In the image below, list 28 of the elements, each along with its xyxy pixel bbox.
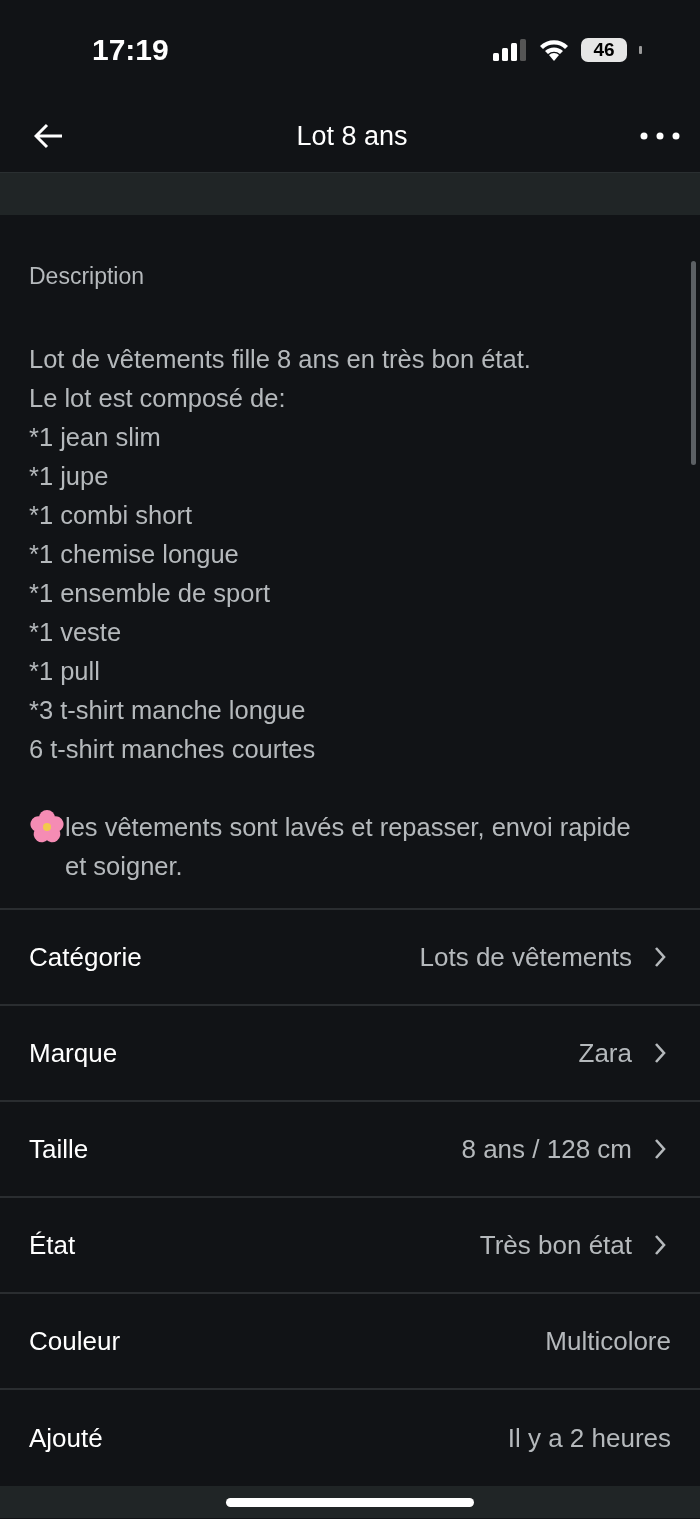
chevron-icon[interactable]: [654, 1234, 666, 1256]
detail-label: Couleur: [29, 1325, 122, 1357]
wifi-icon: [539, 39, 569, 61]
back-arrow-icon[interactable]: [34, 123, 64, 149]
detail-label: Catégorie: [29, 941, 143, 973]
detail-value: Multicolore: [545, 1325, 671, 1357]
chevron-icon[interactable]: [654, 1138, 666, 1160]
description-text: Lot de vêtements fille 8 ans en très bon état. Le lot est composé de: *1 jean slim *1 jupe *1 combi short *1 chemise longue *1 ensemble de sport *1 veste *1 pull *3 t-shirt manche longue 6 t-shirt manches courtes: [29, 344, 532, 765]
section-heading: Description: [29, 262, 146, 291]
description-note: les vêtements sont lavés et repasser, envoi rapide et soigner.: [65, 812, 632, 882]
detail-label: Ajouté: [29, 1422, 104, 1454]
page-title: Lot 8 ans: [296, 120, 408, 152]
more-icon[interactable]: [640, 132, 680, 140]
detail-value: Très bon état: [479, 1229, 632, 1261]
detail-value: Il y a 2 heures: [507, 1422, 671, 1454]
signal-icon: [493, 39, 527, 61]
battery-level: 46: [581, 38, 627, 62]
chevron-icon[interactable]: [654, 946, 666, 968]
battery-tip-icon: [639, 46, 642, 54]
detail-label: Taille: [29, 1133, 90, 1165]
status-time: 17:19: [92, 33, 170, 67]
chevron-icon[interactable]: [654, 1042, 666, 1064]
detail-value: Lots de vêtements: [419, 941, 632, 973]
detail-value: Zara: [578, 1037, 632, 1069]
blossom-icon: [29, 809, 65, 845]
detail-value: 8 ans / 128 cm: [461, 1133, 632, 1165]
detail-label: État: [29, 1229, 77, 1261]
detail-label: Marque: [29, 1037, 119, 1069]
